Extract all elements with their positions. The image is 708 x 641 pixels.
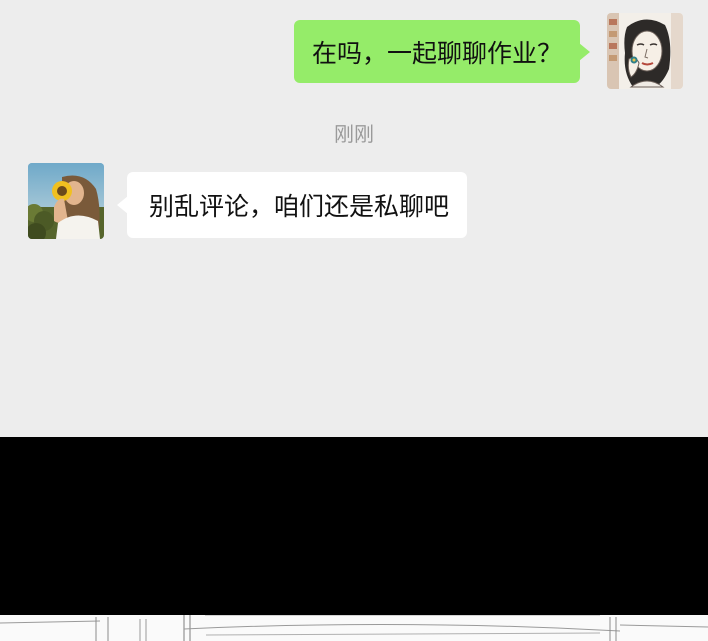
my-avatar[interactable] bbox=[607, 13, 683, 89]
sketch-portrait-avatar-icon bbox=[607, 13, 683, 89]
contact-avatar[interactable] bbox=[28, 163, 104, 239]
black-panel bbox=[0, 437, 708, 615]
cropped-text-fragment bbox=[300, 0, 410, 4]
incoming-message-bubble[interactable]: 别乱评论，咱们还是私聊吧 bbox=[116, 172, 468, 238]
incoming-message-text: 别乱评论，咱们还是私聊吧 bbox=[149, 192, 450, 221]
cropped-top-text bbox=[300, 0, 410, 4]
chat-area: 在吗，一起聊聊作业？ 刚刚 别乱评论，咱们还是私聊吧 bbox=[0, 0, 708, 437]
message-timestamp: 刚刚 bbox=[334, 122, 374, 146]
line-sketch-illustration bbox=[0, 614, 708, 641]
outgoing-message-text: 在吗，一起聊聊作业？ bbox=[311, 38, 562, 68]
chat-screenshot: 在吗，一起聊聊作业？ 刚刚 别乱评论，咱们还是私聊吧 bbox=[0, 0, 708, 641]
sketch-strip bbox=[0, 614, 708, 641]
outgoing-message-bubble[interactable]: 在吗，一起聊聊作业？ bbox=[293, 20, 591, 83]
sunflower-photo-avatar-icon bbox=[28, 163, 104, 239]
